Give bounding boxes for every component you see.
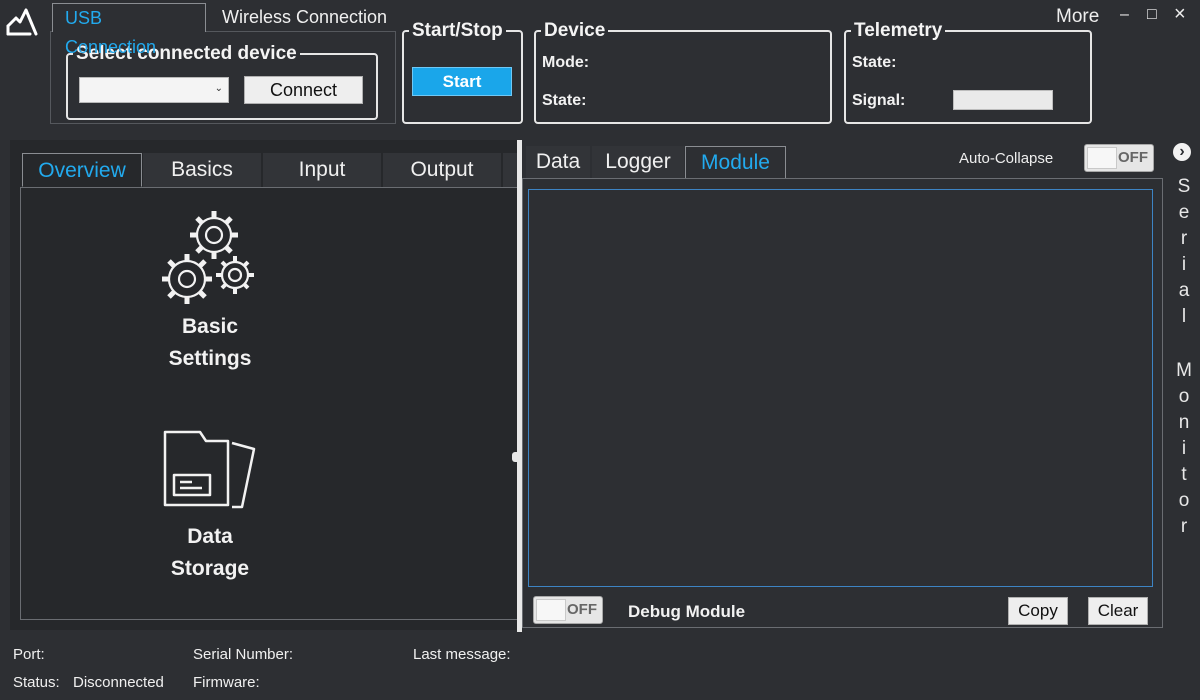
serial-monitor-char: t	[1181, 464, 1187, 485]
tab-overview[interactable]: Overview	[22, 153, 142, 187]
toggle-knob	[536, 599, 566, 621]
serial-number-label: Serial Number:	[193, 646, 294, 663]
serial-monitor-char: S	[1177, 176, 1191, 197]
toggle-knob	[1087, 147, 1117, 169]
module-output-area[interactable]	[528, 189, 1153, 587]
data-storage-tile[interactable]: Data Storage	[150, 425, 270, 590]
tab-basics[interactable]: Basics	[143, 153, 261, 187]
minimize-icon[interactable]: –	[1120, 6, 1129, 24]
serial-monitor-char: M	[1176, 360, 1192, 381]
tab-usb-connection[interactable]: USB Connection	[52, 3, 206, 57]
device-select[interactable]: ⌄	[79, 77, 229, 103]
tab-wireless-connection[interactable]: Wireless Connection	[210, 3, 399, 32]
serial-monitor-char: e	[1178, 202, 1190, 223]
data-storage-label-2: Storage	[170, 557, 250, 580]
chevron-right-icon[interactable]: ›	[1173, 143, 1191, 161]
device-mode-label: Mode:	[542, 54, 590, 71]
serial-monitor-char: a	[1178, 280, 1190, 301]
signal-strength-bar	[953, 90, 1053, 110]
connect-button[interactable]: Connect	[244, 76, 363, 104]
basic-settings-label-1: Basic	[181, 315, 239, 338]
copy-button[interactable]: Copy	[1008, 597, 1068, 625]
basic-settings-tile[interactable]: Basic Settings	[150, 205, 270, 380]
serial-monitor-char: r	[1180, 228, 1188, 249]
start-button[interactable]: Start	[412, 67, 512, 96]
tab-output[interactable]: Output	[383, 153, 501, 187]
splitter-handle[interactable]	[512, 452, 518, 462]
data-storage-label-1: Data	[187, 525, 233, 548]
chevron-down-icon: ⌄	[214, 83, 223, 94]
basic-settings-label-2: Settings	[168, 347, 252, 370]
serial-monitor-char: i	[1181, 254, 1187, 275]
device-legend: Device	[544, 20, 606, 41]
serial-monitor-char: o	[1178, 386, 1190, 407]
start-stop-legend: Start/Stop	[412, 20, 503, 41]
maximize-icon[interactable]: □	[1147, 6, 1157, 24]
tab-logger[interactable]: Logger	[592, 146, 684, 178]
last-message-label: Last message:	[413, 646, 511, 663]
more-menu[interactable]: More	[1056, 6, 1099, 28]
clear-button[interactable]: Clear	[1088, 597, 1148, 625]
tab-overflow[interactable]	[503, 153, 517, 187]
telemetry-legend: Telemetry	[854, 20, 943, 41]
gears-icon	[162, 211, 254, 304]
firmware-label: Firmware:	[193, 674, 260, 691]
debug-module-toggle[interactable]: OFF	[533, 596, 603, 624]
app-logo-icon	[6, 8, 38, 36]
telemetry-state-label: State:	[852, 54, 897, 71]
serial-monitor-char: r	[1180, 516, 1188, 537]
debug-module-state: OFF	[567, 601, 597, 618]
port-label: Port:	[13, 646, 45, 663]
status-label: Status:	[13, 674, 60, 691]
close-icon[interactable]: ×	[1174, 3, 1186, 26]
tab-data[interactable]: Data	[526, 146, 590, 178]
status-value: Disconnected	[73, 674, 164, 691]
serial-monitor-char: i	[1181, 438, 1187, 459]
auto-collapse-toggle[interactable]: OFF	[1084, 144, 1154, 172]
serial-monitor-char: l	[1181, 306, 1187, 327]
debug-module-label: Debug Module	[628, 602, 746, 621]
tab-module[interactable]: Module	[685, 146, 786, 178]
tab-input[interactable]: Input	[263, 153, 381, 187]
auto-collapse-label: Auto-Collapse	[959, 150, 1054, 167]
device-state-label: State:	[542, 92, 587, 109]
telemetry-signal-label: Signal:	[852, 92, 906, 109]
folder-icon	[163, 430, 256, 509]
serial-monitor-char: n	[1178, 412, 1190, 433]
auto-collapse-state: OFF	[1118, 149, 1148, 166]
serial-monitor-char: o	[1178, 490, 1190, 511]
